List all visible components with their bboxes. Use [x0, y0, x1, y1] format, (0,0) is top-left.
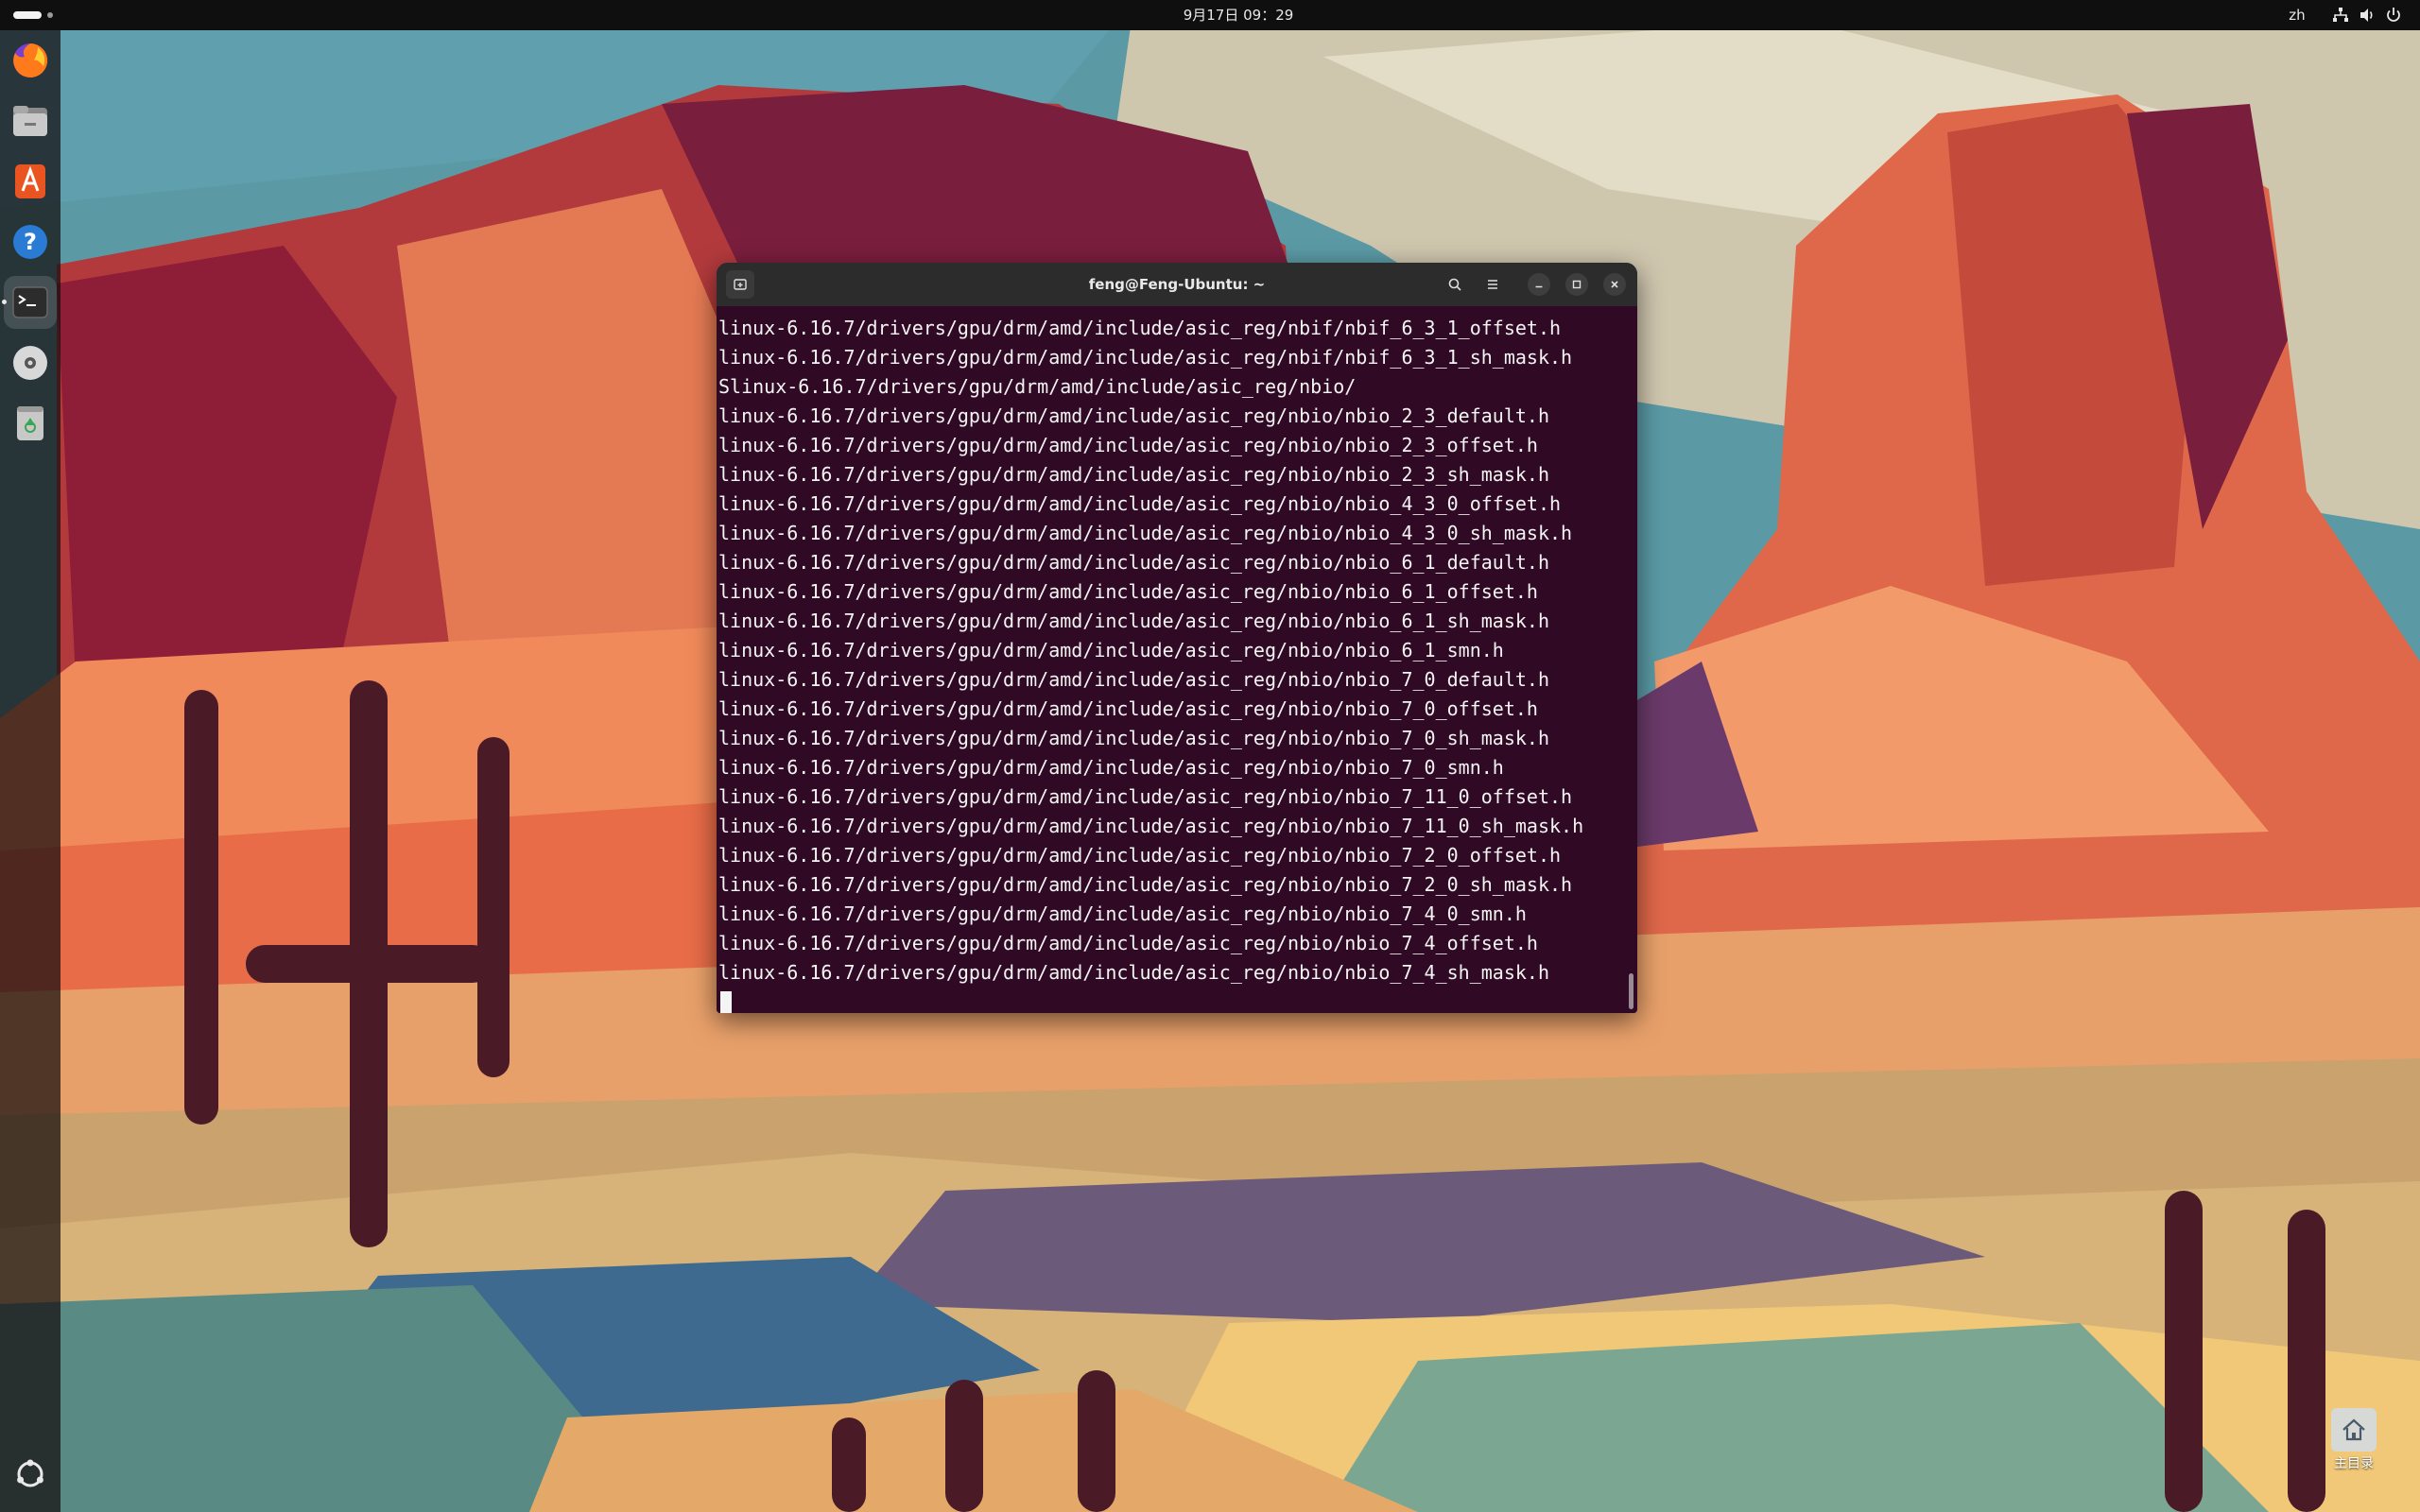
- close-button[interactable]: [1603, 273, 1626, 296]
- terminal-line: linux-6.16.7/drivers/gpu/drm/amd/include…: [718, 785, 1573, 808]
- dock-trash[interactable]: [4, 397, 57, 450]
- terminal-line: linux-6.16.7/drivers/gpu/drm/amd/include…: [718, 580, 1538, 603]
- dock-terminal[interactable]: [2, 276, 57, 329]
- search-button[interactable]: [1441, 270, 1469, 299]
- close-icon: [1611, 281, 1618, 288]
- desktop-home-folder[interactable]: 主目录: [2327, 1408, 2380, 1480]
- terminal-output[interactable]: linux-6.16.7/drivers/gpu/drm/amd/include…: [717, 306, 1637, 1013]
- trash-icon: [17, 406, 43, 440]
- terminal-line: Slinux-6.16.7/drivers/gpu/drm/amd/includ…: [718, 375, 1357, 398]
- terminal-line: linux-6.16.7/drivers/gpu/drm/amd/include…: [718, 551, 1549, 574]
- minimize-button[interactable]: [1528, 273, 1550, 296]
- terminal-line: linux-6.16.7/drivers/gpu/drm/amd/include…: [718, 434, 1538, 456]
- clock[interactable]: 9月17日 09：29: [1097, 0, 1380, 30]
- workspace-dot: [47, 12, 53, 18]
- terminal-line: linux-6.16.7/drivers/gpu/drm/amd/include…: [718, 639, 1504, 662]
- dock: ?: [0, 30, 60, 1512]
- dock-app-center[interactable]: [4, 155, 57, 208]
- search-icon: [1448, 278, 1461, 291]
- terminal-scrollbar[interactable]: [1629, 973, 1634, 1009]
- new-tab-icon: [734, 279, 747, 290]
- terminal-line: linux-6.16.7/drivers/gpu/drm/amd/include…: [718, 932, 1538, 954]
- activities-button[interactable]: [13, 10, 55, 20]
- terminal-line: linux-6.16.7/drivers/gpu/drm/amd/include…: [718, 844, 1562, 867]
- dock-firefox[interactable]: [4, 34, 57, 87]
- workspace-indicator: [13, 11, 42, 19]
- terminal-line: linux-6.16.7/drivers/gpu/drm/amd/include…: [718, 756, 1504, 779]
- terminal-lines: linux-6.16.7/drivers/gpu/drm/amd/include…: [718, 314, 1583, 1013]
- text-cursor: [720, 991, 732, 1013]
- terminal-line: linux-6.16.7/drivers/gpu/drm/amd/include…: [718, 610, 1549, 632]
- firefox-icon: [13, 43, 48, 77]
- terminal-line: linux-6.16.7/drivers/gpu/drm/amd/include…: [718, 902, 1527, 925]
- terminal-line: linux-6.16.7/drivers/gpu/drm/amd/include…: [718, 697, 1538, 720]
- prompt-line: [718, 988, 1583, 1013]
- dock-show-apps[interactable]: [4, 1448, 57, 1501]
- top-bar: 9月17日 09：29 zh: [0, 0, 2420, 30]
- terminal-line: linux-6.16.7/drivers/gpu/drm/amd/include…: [718, 463, 1549, 486]
- house-icon: [2342, 1418, 2365, 1441]
- terminal-line: linux-6.16.7/drivers/gpu/drm/amd/include…: [718, 317, 1562, 339]
- terminal-line: linux-6.16.7/drivers/gpu/drm/amd/include…: [718, 346, 1573, 369]
- terminal-icon: [12, 286, 48, 318]
- input-method-indicator[interactable]: zh: [2278, 0, 2316, 30]
- new-tab-button[interactable]: [726, 270, 754, 299]
- terminal-line: linux-6.16.7/drivers/gpu/drm/amd/include…: [718, 404, 1549, 427]
- power-icon: [2387, 8, 2400, 22]
- files-icon: [13, 106, 47, 136]
- hamburger-menu-icon: [1488, 280, 1497, 289]
- dock-files[interactable]: [4, 94, 57, 147]
- terminal-line: linux-6.16.7/drivers/gpu/drm/amd/include…: [718, 873, 1573, 896]
- running-indicator: [2, 300, 7, 304]
- terminal-line: linux-6.16.7/drivers/gpu/drm/amd/include…: [718, 522, 1573, 544]
- volume-icon: [2360, 9, 2373, 22]
- menu-button[interactable]: [1478, 270, 1507, 299]
- terminal-line: linux-6.16.7/drivers/gpu/drm/amd/include…: [718, 668, 1549, 691]
- help-icon: ?: [13, 225, 47, 259]
- terminal-line: linux-6.16.7/drivers/gpu/drm/amd/include…: [718, 727, 1549, 749]
- dock-help[interactable]: ?: [4, 215, 57, 268]
- window-title: feng@Feng-Ubuntu: ~: [1088, 276, 1266, 293]
- terminal-line: linux-6.16.7/drivers/gpu/drm/amd/include…: [718, 492, 1562, 515]
- minimize-icon: [1535, 285, 1543, 288]
- home-folder-icon: [2331, 1408, 2377, 1452]
- app-center-icon: [15, 164, 45, 198]
- show-apps-icon: [17, 1459, 43, 1487]
- home-folder-label: 主目录: [2334, 1456, 2374, 1471]
- system-tray[interactable]: [2331, 6, 2403, 25]
- network-icon: [2333, 8, 2348, 22]
- svg-text:?: ?: [24, 229, 37, 255]
- disc-icon: [13, 346, 47, 380]
- terminal-titlebar[interactable]: feng@Feng-Ubuntu: ~: [717, 263, 1637, 306]
- terminal-line: linux-6.16.7/drivers/gpu/drm/amd/include…: [718, 961, 1549, 984]
- maximize-icon: [1572, 280, 1582, 289]
- terminal-line: linux-6.16.7/drivers/gpu/drm/amd/include…: [718, 815, 1584, 837]
- terminal-window: feng@Feng-Ubuntu: ~ linux-6.16.7/drivers…: [717, 263, 1637, 1013]
- dock-disc[interactable]: [4, 336, 57, 389]
- maximize-button[interactable]: [1565, 273, 1588, 296]
